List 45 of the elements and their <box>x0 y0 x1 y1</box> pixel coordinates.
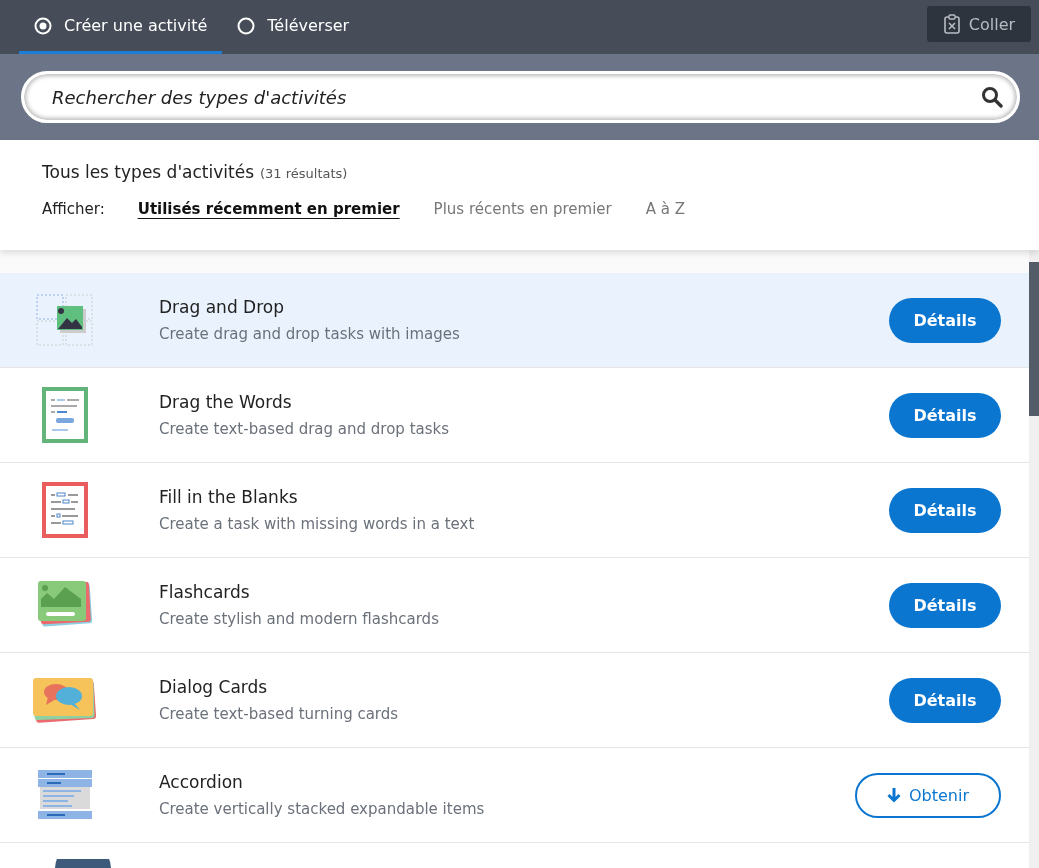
radio-icon <box>237 16 256 35</box>
activity-title: Accordion <box>159 772 244 792</box>
get-button[interactable]: Obtenir <box>855 772 1001 818</box>
download-arrow-icon <box>887 787 901 803</box>
results-title: Tous les types d'activités <box>42 162 254 182</box>
radio-icon <box>34 16 52 35</box>
sort-option[interactable]: Plus récents en premier <box>433 200 612 218</box>
sort-option[interactable]: A à Z <box>645 200 685 218</box>
paste-button[interactable]: Coller <box>927 6 1031 42</box>
details-button[interactable]: Détails <box>889 392 1001 438</box>
activity-row[interactable]: Drag the Words Create text-based drag and drop tasks Détails <box>0 368 1029 463</box>
sort-option[interactable]: Utilisés récemment en premier <box>137 200 400 218</box>
activity-row[interactable]: Accordion Create vertically stacked expandable items Obtenir <box>0 748 1029 843</box>
speech-bubbles-icon <box>31 675 98 725</box>
sort-label: Afficher: <box>42 200 105 218</box>
activity-row[interactable]: Dialog Cards Create text-based turning cards Détails <box>0 653 1029 748</box>
results-count: (31 résultats) <box>260 166 348 181</box>
details-button[interactable]: Détails <box>889 487 1001 533</box>
accordion-icon <box>36 769 93 821</box>
activity-row[interactable]: Drag and Drop Create drag and drop tasks with images Détails <box>0 273 1029 368</box>
activity-description: Create vertically stacked expandable items <box>159 800 486 818</box>
scrollbar[interactable] <box>1029 250 1039 868</box>
details-button[interactable]: Détails <box>889 677 1001 723</box>
blank-form-icon <box>41 482 88 538</box>
drag-drop-image-icon <box>35 294 94 346</box>
activity-title: Drag the Words <box>159 392 293 412</box>
details-button[interactable]: Détails <box>889 297 1001 343</box>
clipboard-icon <box>942 14 961 34</box>
activity-description: Create a task with missing words in a text <box>159 515 476 533</box>
activity-description: Create text-based turning cards <box>159 705 400 723</box>
tab[interactable]: Téléverser <box>222 0 365 54</box>
scrollbar-thumb[interactable] <box>1029 262 1039 416</box>
activity-description: Create text-based drag and drop tasks <box>159 420 451 438</box>
activity-title: Fill in the Blanks <box>159 487 299 507</box>
details-button[interactable]: Détails <box>889 582 1001 628</box>
activity-description: Create drag and drop tasks with images <box>159 325 461 343</box>
activity-description: Create stylish and modern flashcards <box>159 610 440 628</box>
activity-title: Flashcards <box>159 582 251 602</box>
search-icon <box>981 86 1003 108</box>
search-field[interactable]: Rechercher des types d'activités <box>21 71 1020 123</box>
activity-title: Dialog Cards <box>159 677 269 697</box>
activity-row[interactable]: Fill in the Blanks Create a task with missing words in a text Détails <box>0 463 1029 558</box>
text-document-icon <box>41 387 88 443</box>
activity-row[interactable]: Flashcards Create stylish and modern flashcards Détails <box>0 558 1029 653</box>
activity-title: Drag and Drop <box>159 297 285 317</box>
